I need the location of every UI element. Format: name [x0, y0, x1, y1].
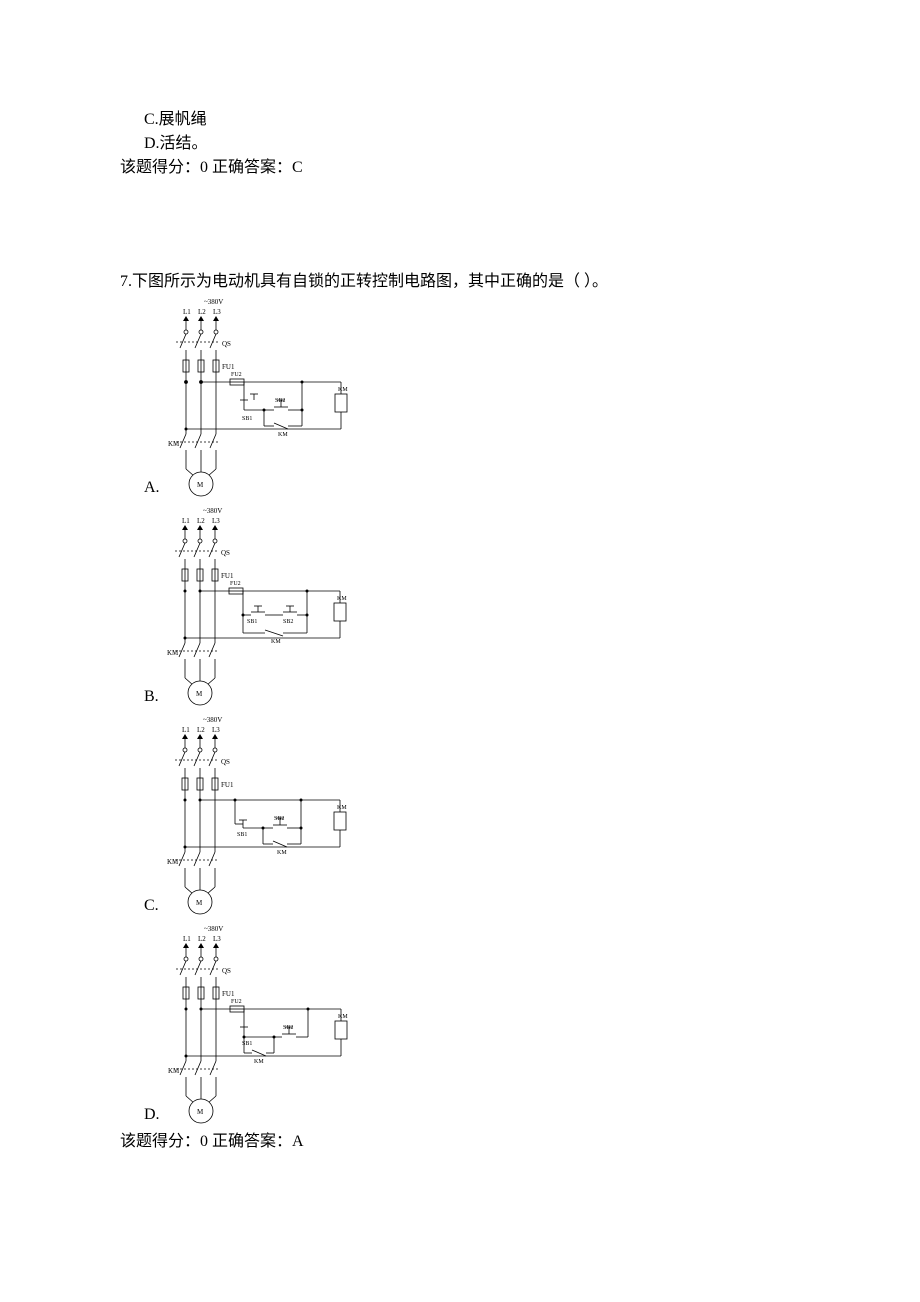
svg-text:KM: KM [167, 858, 179, 866]
svg-text:M: M [196, 899, 203, 907]
svg-text:FU1: FU1 [222, 990, 235, 998]
svg-text:KM: KM [278, 432, 288, 438]
svg-text:QS: QS [221, 549, 230, 557]
svg-text:KM: KM [277, 850, 287, 856]
option-c-row: C. ~380V L1 L2 L3 [120, 712, 800, 917]
svg-text:KM: KM [167, 649, 179, 657]
svg-text:SB2: SB2 [274, 816, 284, 822]
question-7-stem: 7.下图所示为电动机具有自锁的正转控制电路图，其中正确的是（ ）。 [120, 270, 800, 294]
option-c-q6: C.展帆绳 [120, 108, 800, 132]
svg-text:~380V: ~380V [203, 507, 222, 515]
option-d-letter: D. [120, 1106, 166, 1124]
svg-text:SB1: SB1 [247, 619, 257, 625]
option-a-letter: A. [120, 479, 166, 497]
svg-text:L1: L1 [183, 935, 191, 943]
svg-text:KM: KM [338, 1014, 348, 1020]
svg-text:SB1: SB1 [242, 1041, 252, 1047]
svg-text:KM: KM [337, 805, 347, 811]
svg-text:SB2: SB2 [283, 619, 293, 625]
svg-text:FU1: FU1 [221, 781, 234, 789]
svg-text:L2: L2 [197, 517, 205, 525]
svg-text:M: M [197, 481, 204, 489]
svg-text:SB1: SB1 [237, 832, 247, 838]
svg-text:L2: L2 [198, 308, 206, 316]
svg-text:L2: L2 [197, 726, 205, 734]
svg-text:FU2: FU2 [231, 999, 242, 1005]
svg-text:KM: KM [254, 1059, 264, 1065]
result-q6: 该题得分：0 正确答案：C [120, 156, 800, 180]
option-b-row: B. ~380V L1 L2 L3 [120, 503, 800, 708]
option-a-row: A. ~380V L1 L2 L3 [120, 294, 800, 499]
option-b-letter: B. [120, 688, 165, 706]
svg-text:KM: KM [338, 387, 348, 393]
svg-text:M: M [197, 1108, 204, 1116]
svg-text:M: M [196, 690, 203, 698]
svg-text:L3: L3 [212, 517, 220, 525]
svg-text:L1: L1 [182, 726, 190, 734]
svg-text:SB2: SB2 [283, 1025, 293, 1031]
svg-text:~380V: ~380V [203, 716, 222, 724]
svg-text:FU2: FU2 [231, 372, 242, 378]
svg-text:L3: L3 [213, 935, 221, 943]
circuit-diagram-d: ~380V L1 L2 L3 QS [166, 921, 366, 1126]
circuit-diagram-a: ~380V L1 L2 L3 [166, 294, 366, 499]
option-c-letter: C. [120, 897, 165, 915]
svg-text:FU1: FU1 [222, 363, 235, 371]
svg-text:~380V: ~380V [204, 298, 223, 306]
svg-text:L2: L2 [198, 935, 206, 943]
svg-text:QS: QS [222, 967, 231, 975]
svg-text:QS: QS [222, 340, 231, 348]
svg-text:L1: L1 [183, 308, 191, 316]
svg-text:KM: KM [168, 1067, 180, 1075]
circuit-diagram-b: ~380V L1 L2 L3 QS [165, 503, 365, 708]
svg-text:L3: L3 [212, 726, 220, 734]
svg-text:~380V: ~380V [204, 925, 223, 933]
result-q7: 该题得分：0 正确答案：A [120, 1130, 800, 1154]
svg-text:FU1: FU1 [221, 572, 234, 580]
svg-text:L3: L3 [213, 308, 221, 316]
svg-text:KM: KM [337, 596, 347, 602]
svg-text:FU2: FU2 [230, 581, 241, 587]
option-d-row: D. ~380V L1 L2 L3 [120, 921, 800, 1126]
svg-text:SB1: SB1 [242, 416, 252, 422]
svg-text:QS: QS [221, 758, 230, 766]
svg-text:L1: L1 [182, 517, 190, 525]
option-d-q6: D.活结。 [120, 132, 800, 156]
svg-text:KM: KM [168, 440, 180, 448]
circuit-diagram-c: ~380V L1 L2 L3 QS [165, 712, 365, 917]
svg-text:SB2: SB2 [275, 398, 285, 404]
svg-text:KM: KM [271, 639, 281, 645]
